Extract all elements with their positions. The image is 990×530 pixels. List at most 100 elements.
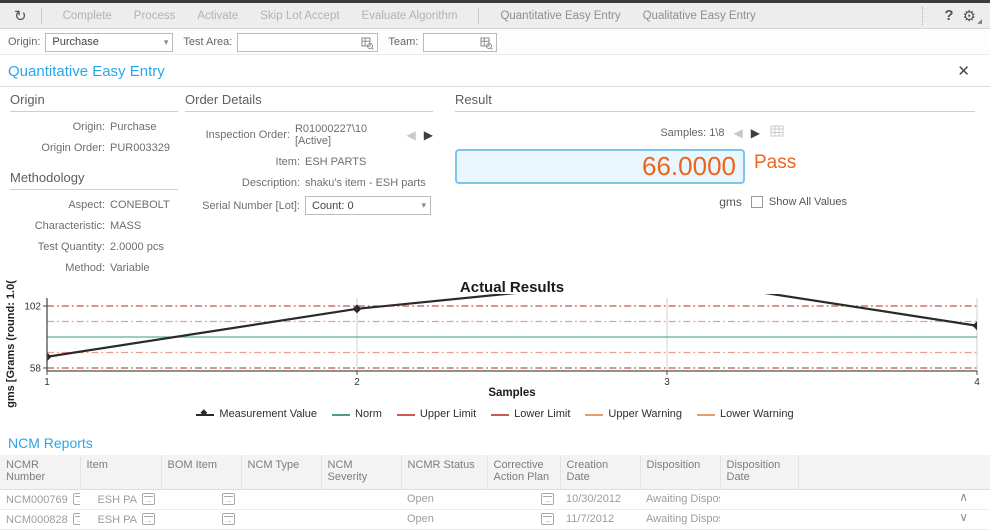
team-input[interactable] [423, 33, 497, 52]
actual-results-chart: gms [Grams (round: 1.0( 102581234 Actual… [0, 268, 990, 432]
ncmr-number[interactable]: NCM000828 [6, 514, 68, 526]
measurement-legend-swatch: ◆ [196, 410, 214, 419]
field-label: Origin Order: [10, 142, 105, 154]
toolbar-button-quantitative-easy-entry[interactable]: Quantitative Easy Entry [500, 10, 620, 22]
column-header[interactable]: NCM Severity [321, 455, 401, 489]
column-header[interactable]: Disposition [640, 455, 720, 489]
legend-label: Upper Warning [608, 408, 682, 420]
field-label: Origin: [10, 121, 105, 133]
toolbar-button-complete[interactable]: Complete [63, 10, 112, 22]
line-legend-swatch [397, 410, 415, 419]
toolbar-separator [41, 8, 42, 24]
scroll-up-icon[interactable]: ∧ [959, 490, 968, 504]
value-help-icon[interactable] [361, 37, 374, 53]
help-icon[interactable]: ? [944, 7, 953, 24]
toolbar-button-activate[interactable]: Activate [197, 10, 238, 22]
field-label: Inspection Order: [185, 129, 290, 141]
next-order-icon[interactable]: ▶ [424, 128, 433, 142]
navigate-icon[interactable]: → [541, 513, 554, 525]
column-header[interactable]: Creation Date [560, 455, 640, 489]
origin-select[interactable]: Purchase ▾ [45, 33, 173, 52]
order-details-section: Order Details Inspection Order: R0100022… [185, 92, 433, 215]
test-quantity-field: Test Quantity: 2.0000 pcs [10, 241, 178, 253]
origin-filter-label: Origin: [8, 36, 40, 48]
column-header[interactable]: BOM Item [161, 455, 241, 489]
column-header[interactable]: NCM Type [241, 455, 321, 489]
column-header[interactable]: Item [80, 455, 161, 489]
creation-date-cell: 10/30/2012 [566, 493, 621, 505]
status-cell: Open [407, 513, 434, 525]
legend-item: ◆Measurement Value [196, 408, 317, 420]
value-help-icon[interactable] [480, 37, 493, 53]
divider [0, 86, 990, 87]
line-legend-swatch [585, 410, 603, 419]
field-value: shaku's item - ESH parts [305, 177, 433, 189]
toolbar-button-evaluate-algorithm[interactable]: Evaluate Algorithm [362, 10, 458, 22]
field-label: Serial Number [Lot]: [185, 200, 300, 212]
toolbar-button-process[interactable]: Process [134, 10, 176, 22]
next-sample-icon[interactable]: ▶ [751, 126, 760, 140]
samples-row: Samples: 1\8 ◀ ▶ [455, 125, 975, 141]
origin-section: Origin Origin: Purchase Origin Order: PU… [10, 92, 178, 274]
chevron-down-icon: ▾ [164, 37, 169, 48]
column-header[interactable]: Disposition Date [720, 455, 798, 489]
item-field: Item: ESH PARTS [185, 156, 433, 168]
serial-number-select[interactable]: Count: 0 ▾ [305, 196, 431, 215]
chevron-down-icon: ▾ [421, 200, 426, 211]
table-row[interactable]: NCM000769→ ESH PA→ → Open → 10/30/2012 A… [0, 489, 990, 509]
status-badge: Pass [754, 152, 796, 174]
legend-label: Norm [355, 408, 382, 420]
navigate-icon[interactable]: → [142, 513, 155, 525]
toolbar-button-skip-lot-accept[interactable]: Skip Lot Accept [260, 10, 339, 22]
app-root: ↻ Complete Process Activate Skip Lot Acc… [0, 0, 990, 530]
navigate-icon[interactable]: → [222, 513, 235, 525]
field-label: Item: [185, 156, 300, 168]
origin-field: Origin: Purchase [10, 121, 178, 133]
navigate-icon[interactable]: → [73, 513, 80, 525]
column-header[interactable]: NCMR Number [0, 455, 80, 489]
toolbar-button-qualitative-easy-entry[interactable]: Qualitative Easy Entry [643, 10, 756, 22]
navigate-icon[interactable]: → [222, 493, 235, 505]
refresh-icon[interactable]: ↻ [14, 7, 27, 25]
legend-item: Upper Warning [585, 408, 682, 420]
navigate-icon[interactable]: → [142, 493, 155, 505]
table-row[interactable]: NCM000828→ ESH PA→ → Open → 11/7/2012 Aw… [0, 509, 990, 529]
inspection-order-value: R01000227\10 [Active] [295, 123, 397, 147]
close-icon[interactable]: ✕ [957, 62, 970, 80]
settings-gear-icon[interactable]: ⚙◢ [963, 7, 976, 25]
filter-bar: Origin: Purchase ▾ Test Area: Team: [0, 30, 990, 55]
aspect-field: Aspect: CONEBOLT [10, 199, 178, 211]
field-label: Aspect: [10, 199, 105, 211]
previous-sample-icon[interactable]: ◀ [734, 126, 743, 140]
table-header-row: NCMR Number Item BOM Item NCM Type NCM S… [0, 455, 990, 489]
item-cell: ESH PA [97, 494, 137, 506]
column-header-filler [798, 455, 990, 489]
ncmr-number[interactable]: NCM000769 [6, 494, 68, 506]
previous-order-icon[interactable]: ◀ [407, 128, 416, 142]
chart-x-axis-label: Samples [47, 387, 977, 399]
ncm-reports-table: NCMR Number Item BOM Item NCM Type NCM S… [0, 455, 990, 530]
ncm-reports-section: NCM Reports NCMR Number Item BOM Item NC… [0, 432, 990, 530]
status-cell: Open [407, 493, 434, 505]
svg-text:102: 102 [24, 302, 41, 313]
panel-header: Quantitative Easy Entry ✕ [0, 56, 990, 86]
page-title: Quantitative Easy Entry [8, 63, 165, 80]
unit-row: gms Show All Values [455, 195, 975, 209]
measurement-value-input[interactable]: 66.0000 [455, 149, 745, 184]
grid-entry-icon[interactable] [770, 125, 785, 141]
unit-label: gms [719, 195, 742, 209]
legend-item: Lower Warning [697, 408, 794, 420]
legend-label: Lower Limit [514, 408, 570, 420]
legend-item: Lower Limit [491, 408, 570, 420]
column-header[interactable]: NCMR Status [401, 455, 487, 489]
show-all-values-checkbox[interactable] [751, 196, 763, 208]
navigate-icon[interactable]: → [73, 493, 80, 505]
order-details-title: Order Details [185, 92, 433, 112]
navigate-icon[interactable]: → [541, 493, 554, 505]
field-value: ESH PARTS [305, 156, 433, 168]
column-header[interactable]: Corrective Action Plan [487, 455, 560, 489]
scroll-down-icon[interactable]: ∨ [959, 510, 968, 524]
creation-date-cell: 11/7/2012 [566, 513, 614, 525]
test-area-input[interactable] [237, 33, 378, 52]
field-value: MASS [110, 220, 178, 232]
